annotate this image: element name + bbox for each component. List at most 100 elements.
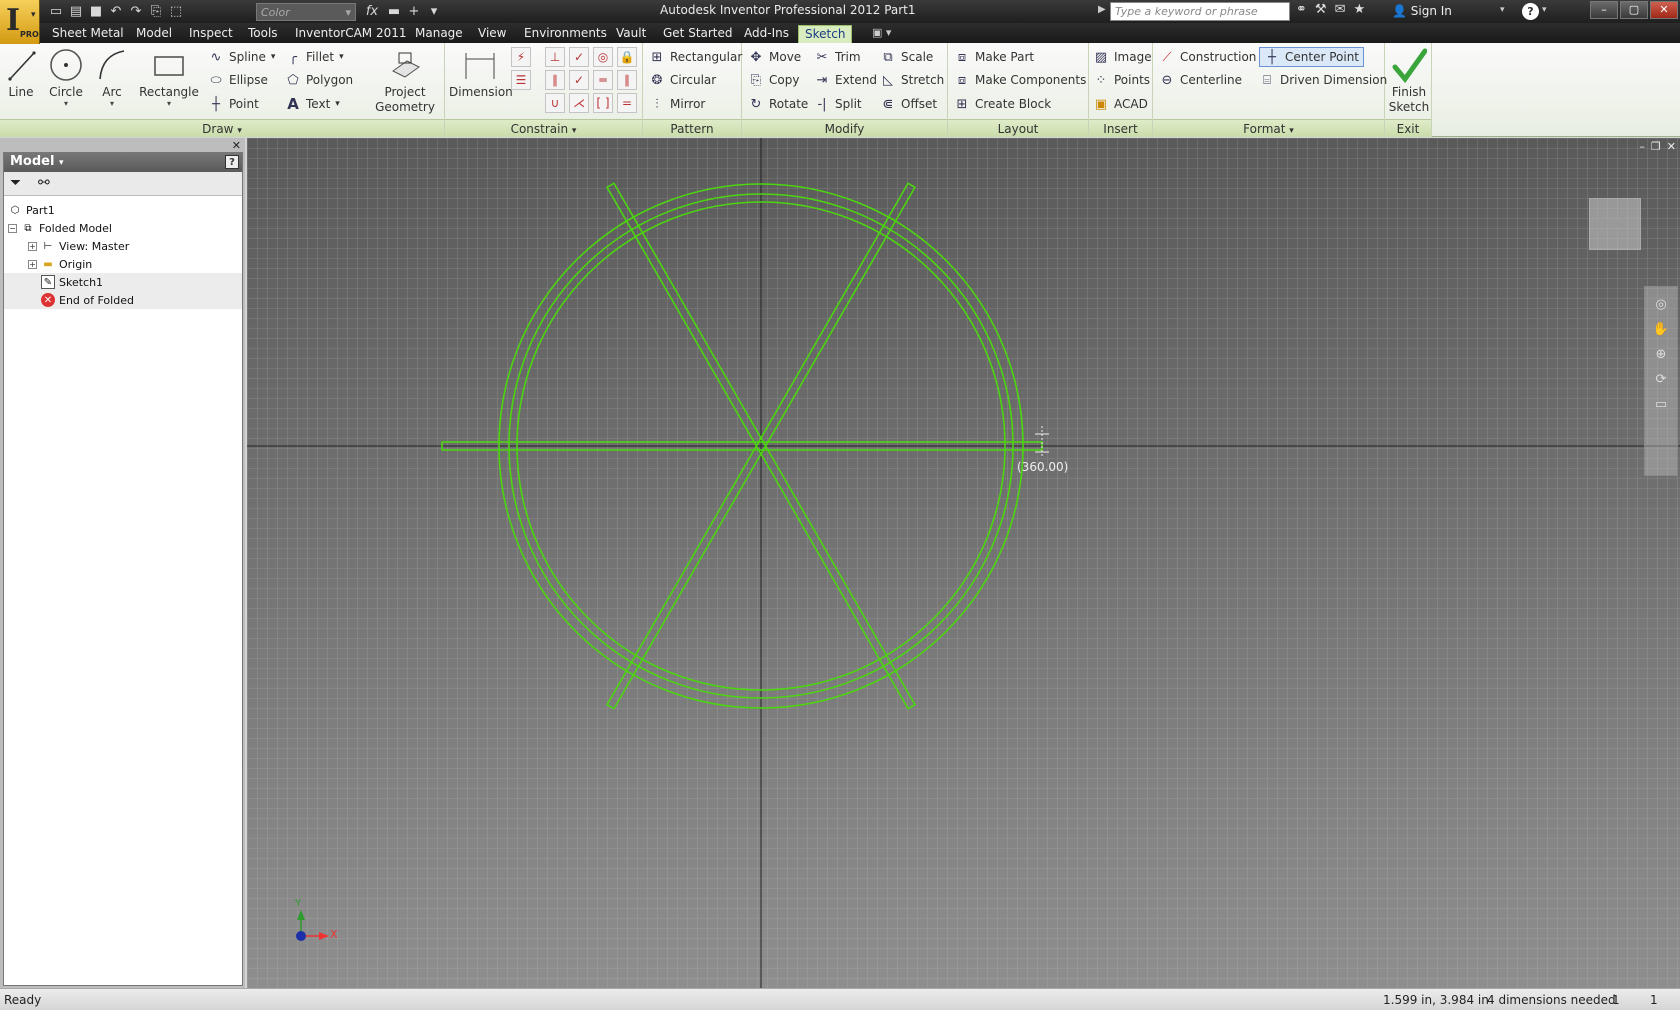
spline-button[interactable]: ∿ Spline ▾: [208, 47, 276, 67]
tab-inventorcam[interactable]: InventorCAM 2011: [289, 25, 413, 43]
tab-manage[interactable]: Manage: [409, 25, 469, 43]
coincident-constraint-icon[interactable]: ✓: [569, 47, 589, 67]
symmetric-constraint-icon[interactable]: ⋌: [569, 93, 589, 113]
viewcube[interactable]: FRONT: [1589, 198, 1641, 250]
pattern-panel-label[interactable]: Pattern: [643, 119, 741, 137]
binoculars-icon[interactable]: ⚯: [38, 175, 50, 191]
polygon-button[interactable]: ⬠ Polygon: [285, 70, 353, 90]
restore-icon[interactable]: ❐: [1651, 140, 1661, 153]
help-icon[interactable]: ?: [1522, 3, 1539, 20]
offset-button[interactable]: ⋐ Offset: [880, 94, 938, 114]
search-toggle-icon[interactable]: ▶: [1098, 4, 1106, 15]
tree-item-folded-model[interactable]: − ⧉ Folded Model: [4, 219, 242, 237]
measure-icon[interactable]: ▬: [386, 4, 402, 19]
tree-item-end-of-folded[interactable]: ✕ End of Folded: [4, 291, 242, 309]
minimize-icon[interactable]: –: [1639, 140, 1645, 153]
create-block-button[interactable]: ⊞ Create Block: [954, 94, 1052, 114]
point-button[interactable]: ┼ Point: [208, 94, 259, 114]
help-icon[interactable]: ?: [225, 155, 239, 169]
horizontal-constraint-icon[interactable]: ═: [593, 70, 613, 90]
save-icon[interactable]: ■: [88, 4, 104, 19]
look-at-icon[interactable]: ▭: [1645, 397, 1677, 412]
acad-button[interactable]: ▣ ACAD: [1093, 94, 1148, 114]
smooth-constraint-icon[interactable]: ∪: [545, 93, 565, 113]
minimize-icon[interactable]: –: [1590, 1, 1618, 19]
tab-vault[interactable]: Vault: [610, 25, 652, 43]
auto-dimension-icon[interactable]: ⚡: [511, 47, 531, 67]
search-input[interactable]: Type a keyword or phrase: [1110, 2, 1290, 21]
scale-button[interactable]: ⧉ Scale: [880, 47, 933, 67]
extend-button[interactable]: ⇥ Extend: [814, 70, 877, 90]
show-constraints-icon[interactable]: ☰: [511, 70, 531, 90]
close-icon[interactable]: ✕: [232, 139, 241, 152]
rectangle-button[interactable]: Rectangle ▾: [138, 47, 200, 108]
plus-icon[interactable]: +: [406, 4, 422, 19]
finish-sketch-button[interactable]: Finish Sketch: [1387, 47, 1431, 115]
tab-sketch[interactable]: Sketch: [798, 25, 853, 43]
tab-view[interactable]: View: [472, 25, 512, 43]
line-button[interactable]: Line: [4, 47, 38, 100]
dimension-label[interactable]: (360.00): [1017, 460, 1068, 474]
equal-constraint-icon[interactable]: [ ]: [593, 93, 613, 113]
chevron-down-icon[interactable]: ▾: [426, 4, 442, 19]
fx-icon[interactable]: fx: [362, 4, 382, 19]
trim-button[interactable]: ✂ Trim: [814, 47, 861, 67]
circular-pattern-button[interactable]: ❂ Circular: [649, 70, 717, 90]
tree-item-view-master[interactable]: + ⊢ View: Master: [4, 237, 242, 255]
fix-constraint-icon[interactable]: 🔒: [617, 47, 637, 67]
collinear-constraint-icon[interactable]: =: [617, 93, 637, 113]
filter-icon[interactable]: ⏷: [10, 175, 21, 191]
tab-inspect[interactable]: Inspect: [183, 25, 239, 43]
ellipse-button[interactable]: ⬭ Ellipse: [208, 70, 267, 90]
tree-item-part[interactable]: ⬡ Part1: [4, 201, 242, 219]
points-button[interactable]: ⁘ Points: [1093, 70, 1151, 90]
construction-button[interactable]: ⟋ Construction: [1159, 47, 1256, 67]
chevron-down-icon[interactable]: ▾: [46, 100, 86, 108]
new-icon[interactable]: ▭: [48, 4, 64, 19]
format-panel-label[interactable]: Format ▾: [1153, 119, 1384, 137]
sign-in-button[interactable]: 👤 Sign In: [1392, 4, 1452, 18]
tab-environments[interactable]: Environments: [518, 25, 613, 43]
tab-get-started[interactable]: Get Started: [657, 25, 739, 43]
make-part-button[interactable]: ⧈ Make Part: [954, 47, 1034, 67]
favorites-star-icon[interactable]: ★: [1353, 2, 1365, 17]
project-geometry-button[interactable]: Project Geometry: [372, 47, 438, 115]
layout-panel-label[interactable]: Layout: [948, 119, 1088, 137]
dimension-button[interactable]: Dimension: [449, 47, 513, 100]
center-point-button[interactable]: ┼ Center Point: [1259, 47, 1364, 67]
expand-icon[interactable]: +: [28, 259, 37, 269]
color-select[interactable]: Color ▾: [256, 3, 356, 21]
exit-panel-label[interactable]: Exit: [1385, 119, 1431, 137]
expand-icon[interactable]: +: [28, 241, 37, 251]
make-components-button[interactable]: ⧈ Make Components: [954, 70, 1087, 90]
constrain-panel-label[interactable]: Constrain ▾: [445, 119, 642, 137]
insert-panel-label[interactable]: Insert: [1089, 119, 1152, 137]
close-icon[interactable]: ✕: [1667, 140, 1676, 153]
redo-icon[interactable]: ↷: [128, 4, 144, 19]
modify-panel-label[interactable]: Modify: [742, 119, 947, 137]
chevron-down-icon[interactable]: ▾: [1500, 5, 1505, 15]
rotate-button[interactable]: ↻ Rotate: [748, 94, 809, 114]
open-icon[interactable]: ▤: [68, 4, 84, 19]
mirror-button[interactable]: ⫶ Mirror: [649, 94, 705, 114]
browser-title[interactable]: Model ▾ ?: [4, 153, 242, 172]
application-menu-button[interactable]: I PRO ▾: [0, 0, 40, 44]
arc-button[interactable]: Arc ▾: [94, 47, 130, 108]
tangent-constraint-icon[interactable]: ✓: [569, 70, 589, 90]
binoculars-icon[interactable]: ⚭: [1296, 2, 1307, 17]
graphics-window[interactable]: (360.00) Y X – ❐ ✕ FRONT ◎ ✋ ⊕ ⟳ ▭: [247, 138, 1680, 988]
chevron-down-icon[interactable]: ▾: [1542, 5, 1547, 15]
tree-item-origin[interactable]: + ▬ Origin: [4, 255, 242, 273]
split-button[interactable]: -| Split: [814, 94, 861, 114]
text-button[interactable]: A Text ▾: [285, 94, 340, 114]
centerline-button[interactable]: ⊖ Centerline: [1159, 70, 1243, 90]
maximize-icon[interactable]: ▢: [1620, 1, 1648, 19]
copy-button[interactable]: ⎘ Copy: [748, 70, 800, 90]
driven-dimension-button[interactable]: ⌸ Driven Dimension: [1259, 70, 1387, 90]
zoom-icon[interactable]: ⊕: [1645, 347, 1677, 362]
orbit-icon[interactable]: ⟳: [1645, 372, 1677, 387]
draw-panel-label[interactable]: Draw ▾: [0, 119, 444, 137]
communication-icon[interactable]: ✉: [1335, 2, 1346, 17]
chevron-down-icon[interactable]: ▾: [94, 100, 130, 108]
pan-icon[interactable]: ✋: [1645, 322, 1677, 337]
